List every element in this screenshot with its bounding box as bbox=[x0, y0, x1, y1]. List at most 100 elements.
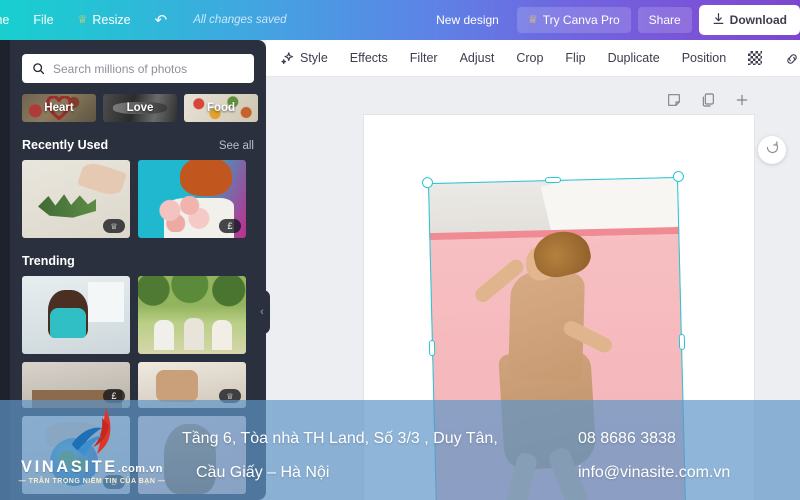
chip-love-label: Love bbox=[126, 102, 154, 114]
tool-duplicate-label: Duplicate bbox=[607, 51, 660, 65]
address-line-1: Tầng 6, Tòa nhà TH Land, Số 3/3 , Duy Tâ… bbox=[182, 430, 498, 447]
search-icon bbox=[32, 62, 45, 75]
rotate-button[interactable] bbox=[758, 136, 786, 164]
window-shape bbox=[88, 282, 124, 322]
list-item[interactable] bbox=[22, 276, 130, 354]
list-item[interactable] bbox=[138, 276, 246, 354]
crown-icon: ♕ bbox=[527, 13, 538, 26]
search-placeholder: Search millions of photos bbox=[53, 61, 188, 76]
trees-shape bbox=[138, 276, 246, 309]
share-button[interactable]: Share bbox=[637, 7, 692, 33]
resize-handle-middle-left[interactable] bbox=[428, 339, 436, 357]
image-toolbar: Style Effects Filter Adjust Crop Flip Du… bbox=[266, 40, 800, 77]
sparkle-icon bbox=[280, 51, 295, 66]
tool-effects[interactable]: Effects bbox=[339, 40, 399, 76]
status-badge: £ bbox=[219, 219, 241, 233]
person-shape bbox=[184, 318, 204, 350]
bouquet-shape bbox=[156, 196, 214, 232]
phone-number: 08 8686 3838 bbox=[578, 430, 676, 447]
address-line-2: Cầu Giấy – Hà Nội bbox=[196, 464, 330, 481]
logo-flame-icon bbox=[66, 408, 130, 458]
person-shape bbox=[212, 320, 232, 350]
vinasite-logo: VINASITE.com.vn — TRÂN TRỌNG NIỀM TIN CỦ… bbox=[14, 408, 170, 494]
logo-tagline: — TRÂN TRỌNG NIỀM TIN CỦA BẠN — bbox=[18, 478, 166, 485]
resize-handle-middle-top[interactable] bbox=[544, 176, 562, 184]
search-input[interactable]: Search millions of photos bbox=[22, 54, 254, 83]
trending-title: Trending bbox=[22, 254, 75, 268]
try-pro-label: Try Canva Pro bbox=[542, 13, 620, 27]
canva-editor-screen: me File ♕ Resize ↶ All changes saved New… bbox=[0, 0, 800, 500]
tool-crop-label: Crop bbox=[516, 51, 544, 65]
tool-duplicate[interactable]: Duplicate bbox=[597, 40, 671, 76]
home-menu-item[interactable]: me bbox=[0, 0, 21, 40]
tool-flip-label: Flip bbox=[565, 51, 586, 65]
vinasite-watermark-banner: VINASITE.com.vn — TRÂN TRỌNG NIỀM TIN CỦ… bbox=[0, 400, 800, 500]
new-design-label: New design bbox=[436, 13, 499, 27]
tool-filter[interactable]: Filter bbox=[399, 40, 449, 76]
recently-used-title: Recently Used bbox=[22, 138, 109, 152]
share-label: Share bbox=[648, 13, 681, 27]
home-label: me bbox=[0, 13, 10, 27]
tool-filter-label: Filter bbox=[409, 51, 438, 65]
tool-effects-label: Effects bbox=[349, 51, 388, 65]
chevron-left-icon: ‹ bbox=[260, 305, 264, 318]
banner-address-column: Tầng 6, Tòa nhà TH Land, Số 3/3 , Duy Tâ… bbox=[182, 422, 562, 490]
tool-crop[interactable]: Crop bbox=[505, 40, 554, 76]
top-app-bar: me File ♕ Resize ↶ All changes saved New… bbox=[0, 0, 800, 40]
list-item[interactable]: £ bbox=[138, 160, 246, 238]
crown-icon: ♕ bbox=[77, 13, 88, 26]
logo-domain: .com.vn bbox=[117, 463, 163, 475]
transparency-checker-icon bbox=[748, 51, 763, 65]
tool-link[interactable] bbox=[773, 40, 800, 76]
recently-used-header: Recently Used See all bbox=[10, 122, 266, 160]
bowl-shape bbox=[156, 370, 198, 402]
duplicate-page-icon[interactable] bbox=[700, 92, 716, 108]
file-menu-item[interactable]: File bbox=[21, 0, 65, 40]
new-design-button[interactable]: New design bbox=[425, 7, 510, 33]
chip-love[interactable]: Love bbox=[103, 94, 177, 122]
notes-icon[interactable] bbox=[666, 92, 682, 108]
rotate-icon bbox=[765, 140, 780, 160]
status-badge: ♕ bbox=[103, 219, 125, 233]
crown-icon: ♕ bbox=[110, 221, 118, 231]
save-status-label: All changes saved bbox=[193, 14, 287, 26]
undo-button[interactable]: ↶ bbox=[143, 0, 180, 40]
person-shape bbox=[154, 320, 174, 350]
hair-shape bbox=[180, 160, 232, 196]
banner-contact-column: 08 8686 3838 info@vinasite.com.vn bbox=[578, 422, 798, 490]
download-label: Download bbox=[729, 13, 787, 27]
download-icon bbox=[712, 12, 725, 28]
download-button[interactable]: Download bbox=[698, 5, 800, 35]
vest-shape bbox=[50, 308, 86, 338]
hand-shape bbox=[77, 160, 127, 199]
tool-adjust[interactable]: Adjust bbox=[449, 40, 506, 76]
list-item[interactable]: ♕ bbox=[22, 160, 130, 238]
picnic-friends-photo bbox=[138, 276, 246, 354]
email-address: info@vinasite.com.vn bbox=[578, 464, 731, 481]
chip-food[interactable]: Food bbox=[184, 94, 258, 122]
tool-position[interactable]: Position bbox=[671, 40, 737, 76]
leaf-shape bbox=[38, 194, 96, 218]
try-canva-pro-button[interactable]: ♕ Try Canva Pro bbox=[516, 7, 631, 33]
tool-transparency[interactable] bbox=[737, 40, 773, 76]
resize-label: Resize bbox=[92, 13, 131, 27]
chip-heart[interactable]: Heart bbox=[22, 94, 96, 122]
chip-heart-label: Heart bbox=[44, 102, 74, 114]
tool-adjust-label: Adjust bbox=[459, 51, 495, 65]
chip-food-label: Food bbox=[206, 102, 236, 114]
tool-style[interactable]: Style bbox=[266, 40, 339, 76]
add-page-icon[interactable] bbox=[734, 92, 750, 108]
gym-workout-photo bbox=[22, 276, 130, 354]
recently-used-grid: ♕ £ bbox=[10, 160, 266, 238]
tool-style-label: Style bbox=[300, 51, 328, 65]
tool-flip[interactable]: Flip bbox=[554, 40, 596, 76]
resize-button[interactable]: ♕ Resize bbox=[66, 0, 143, 40]
logo-wordmark: VINASITE.com.vn bbox=[14, 458, 170, 477]
tool-position-label: Position bbox=[681, 51, 727, 65]
undo-icon: ↶ bbox=[154, 11, 168, 29]
resize-handle-middle-right[interactable] bbox=[678, 333, 686, 351]
link-icon bbox=[784, 51, 799, 66]
file-label: File bbox=[33, 13, 54, 27]
see-all-link[interactable]: See all bbox=[219, 140, 254, 152]
collapse-panel-button[interactable]: ‹ bbox=[254, 290, 270, 334]
